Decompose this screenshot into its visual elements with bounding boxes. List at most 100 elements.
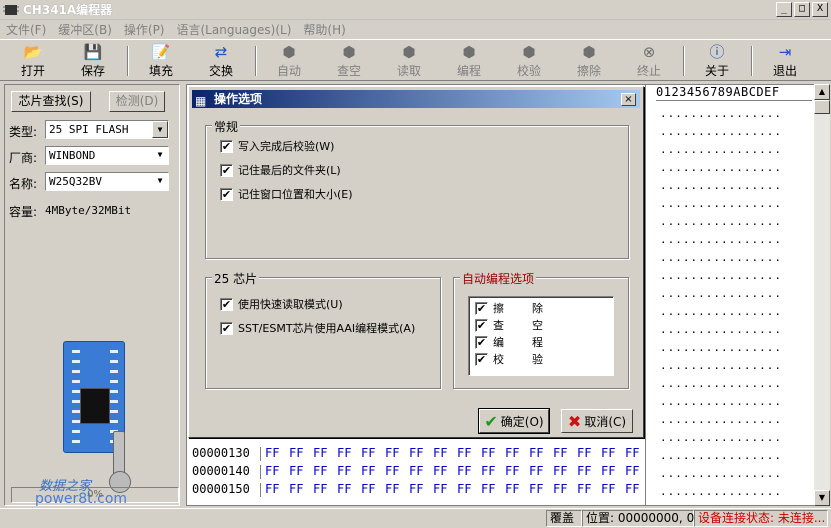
open-button[interactable]: 📂 打开 <box>6 42 60 80</box>
status-position: 位置: 00000000, 0 <box>582 510 694 527</box>
ascii-row: ................ <box>660 161 782 174</box>
close-button[interactable]: X <box>812 2 828 17</box>
ascii-row: ................ <box>660 125 782 138</box>
capacity-value: 4MByte/32MBit <box>45 204 132 217</box>
chip-icon <box>80 388 110 424</box>
dialog-title-bar: ▦ 操作选项 × <box>192 90 640 108</box>
auto-options-list[interactable]: ✔ 擦除 ✔ 查空 ✔ 编程 ✔ 校验 <box>468 296 614 376</box>
detect-button[interactable]: 检测(D) <box>109 91 165 112</box>
ok-button[interactable]: ✔ 确定(O) <box>478 408 550 434</box>
vertical-scrollbar[interactable]: ▲ ▼ <box>814 84 830 506</box>
erase-button[interactable]: ⬢ 擦除 <box>562 42 616 80</box>
menu-help[interactable]: 帮助(H) <box>297 21 351 38</box>
general-group: 常规 ✔ 写入完成后校验(W) ✔ 记住最后的文件夹(L) ✔ 记住窗口位置和大小(E… <box>205 118 629 259</box>
status-connection: 设备连接状态: 未连接... <box>694 510 828 527</box>
read-button[interactable]: ⬢ 读取 <box>382 42 436 80</box>
about-button[interactable]: ⓘ 关于 <box>690 42 744 80</box>
menu-language[interactable]: 语言(Languages)(L) <box>171 21 298 38</box>
remember-folder-checkbox[interactable]: ✔ 记住最后的文件夹(L) <box>220 162 341 178</box>
erase-icon: ⬢ <box>582 43 596 61</box>
dialog-close-button[interactable]: × <box>621 93 636 106</box>
save-button[interactable]: 💾 保存 <box>66 42 120 80</box>
ascii-row: ................ <box>660 431 782 444</box>
cancel-button[interactable]: ✖ 取消(C) <box>561 409 633 433</box>
ascii-row: ................ <box>660 341 782 354</box>
blank-check-icon: ⬢ <box>342 43 356 61</box>
ascii-row: ................ <box>660 323 782 336</box>
chevron-down-icon: ▼ <box>152 147 168 164</box>
menu-operation[interactable]: 操作(P) <box>118 21 171 38</box>
ascii-row: ................ <box>660 233 782 246</box>
maximize-button[interactable]: □ <box>794 2 810 17</box>
find-chip-button[interactable]: 芯片查找(S) <box>11 91 91 112</box>
swap-button[interactable]: ⇄ 交换 <box>194 42 248 80</box>
stop-button[interactable]: ⊗ 终止 <box>622 42 676 80</box>
check-icon: ✔ <box>484 411 498 431</box>
verify-after-write-checkbox[interactable]: ✔ 写入完成后校验(W) <box>220 138 334 154</box>
scroll-thumb[interactable] <box>814 100 830 114</box>
menu-buffer[interactable]: 缓冲区(B) <box>52 21 118 38</box>
scroll-up-icon[interactable]: ▲ <box>814 84 830 100</box>
ascii-header: 0123456789ABCDEF <box>656 85 812 101</box>
type-label: 类型: <box>9 125 38 139</box>
auto-erase-checkbox[interactable]: ✔ 擦除 <box>475 300 571 316</box>
toolbar-separator <box>683 46 685 76</box>
remember-window-checkbox[interactable]: ✔ 记住窗口位置和大小(E) <box>220 186 353 202</box>
stop-icon: ⊗ <box>642 43 656 61</box>
auto-program-group: 自动编程选项 ✔ 擦除 ✔ 查空 ✔ 编程 ✔ 校验 <box>453 270 629 389</box>
auto-button[interactable]: ⬢ 自动 <box>262 42 316 80</box>
type-select[interactable]: 25 SPI FLASH ▼ <box>45 120 169 139</box>
toolbar-separator <box>127 46 129 76</box>
ascii-row: ................ <box>660 215 782 228</box>
general-group-label: 常规 <box>212 118 241 135</box>
fill-button[interactable]: 📝 填充 <box>134 42 188 80</box>
blank-check-button[interactable]: ⬢ 查空 <box>322 42 376 80</box>
toolbar: 📂 打开 💾 保存 📝 填充 ⇄ 交换 ⬢ 自动 ⬢ 查空 ⬢ 读取 ⬢ 编程 ⬢ 校验 ⬢ 擦除 … <box>0 39 831 81</box>
ascii-row: ................ <box>660 395 782 408</box>
ascii-row: ................ <box>660 449 782 462</box>
scroll-down-icon[interactable]: ▼ <box>814 490 830 506</box>
name-select[interactable]: W25Q32BV ▼ <box>45 172 169 191</box>
app-chip-icon: ▦ <box>195 94 207 108</box>
swap-arrows-icon: ⇄ <box>214 43 228 61</box>
verify-icon: ⬢ <box>522 43 536 61</box>
exit-door-icon: ⇥ <box>778 43 792 61</box>
capacity-label: 容量: <box>9 205 38 219</box>
chevron-down-icon: ▼ <box>152 173 168 190</box>
aai-program-checkbox[interactable]: ✔ SST/ESMT芯片使用AAI编程模式(A) <box>220 320 415 336</box>
auto-program-checkbox[interactable]: ✔ 编程 <box>475 334 571 350</box>
verify-button[interactable]: ⬢ 校验 <box>502 42 556 80</box>
name-label: 名称: <box>9 177 38 191</box>
ascii-row: ................ <box>660 179 782 192</box>
fill-edit-icon: 📝 <box>151 43 171 61</box>
status-mode: 覆盖 <box>546 510 582 527</box>
ascii-row: ................ <box>660 359 782 372</box>
folder-open-icon: 📂 <box>23 43 43 61</box>
fast-read-checkbox[interactable]: ✔ 使用快速读取模式(U) <box>220 296 343 312</box>
auto-gear-icon: ⬢ <box>282 43 296 61</box>
save-icon: 💾 <box>83 43 103 61</box>
menu-bar: 文件(F) 缓冲区(B) 操作(P) 语言(Languages)(L) 帮助(H… <box>0 20 831 38</box>
ascii-row: ................ <box>660 467 782 480</box>
vendor-label: 厂商: <box>9 151 38 165</box>
ascii-view[interactable]: 0123456789ABCDEF ................ ......… <box>646 84 814 506</box>
program-icon: ⬢ <box>462 43 476 61</box>
exit-button[interactable]: ⇥ 退出 <box>758 42 812 80</box>
program-button[interactable]: ⬢ 编程 <box>442 42 496 80</box>
auto-blank-check-checkbox[interactable]: ✔ 查空 <box>475 317 571 333</box>
minimize-button[interactable]: _ <box>776 2 792 17</box>
menu-file[interactable]: 文件(F) <box>0 21 52 38</box>
ascii-row: ................ <box>660 269 782 282</box>
watermark-url: power8t.com <box>35 491 128 507</box>
socket-lever <box>113 431 125 475</box>
ascii-row: ................ <box>660 485 782 498</box>
ascii-row: ................ <box>660 377 782 390</box>
options-dialog: ▦ 操作选项 × 常规 ✔ 写入完成后校验(W) ✔ 记住最后的文件夹(L) ✔ 记住… <box>188 86 644 438</box>
app-chip-icon <box>3 4 19 15</box>
auto-verify-checkbox[interactable]: ✔ 校验 <box>475 351 571 367</box>
vendor-select[interactable]: WINBOND ▼ <box>45 146 169 165</box>
ascii-row: ................ <box>660 251 782 264</box>
hex-row: 00000150 FF FF FF FF FF FF FF FF FF FF FF FF FF FF FF FF <box>192 482 640 497</box>
ascii-row: ................ <box>660 305 782 318</box>
status-bar: 覆盖 位置: 00000000, 0 设备连接状态: 未连接... <box>0 508 831 528</box>
